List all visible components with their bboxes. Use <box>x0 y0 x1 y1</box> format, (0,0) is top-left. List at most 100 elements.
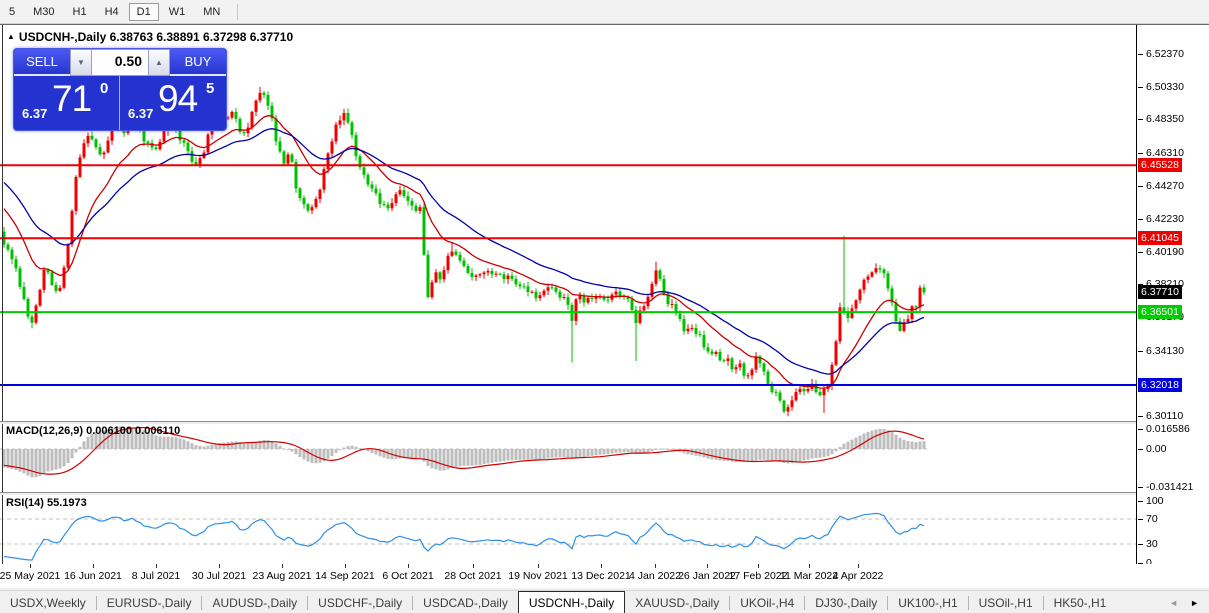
timeframe-m30[interactable]: M30 <box>25 3 62 21</box>
mt4-window: 5M30H1H4D1W1MN ▲USDCNH-,Daily 6.38763 6.… <box>0 0 1209 613</box>
price-tick-label: 6.44270 <box>1146 180 1184 192</box>
date-label: 14 Sep 2021 <box>315 570 375 582</box>
price-tick-label: 6.30110 <box>1146 410 1183 422</box>
date-tick-mark <box>219 564 220 568</box>
date-label: 13 Dec 2021 <box>571 570 631 582</box>
timeframe-h4[interactable]: H4 <box>97 3 127 21</box>
macd-pane-label: MACD(12,26,9) 0.006100 0.006110 <box>6 425 180 437</box>
tab-uk100-h1[interactable]: UK100-,H1 <box>888 593 967 613</box>
price-tick-label: 6.40190 <box>1146 246 1184 258</box>
toolbar-separator <box>237 4 238 20</box>
current-price-label: 6.37710 <box>1138 285 1182 299</box>
axis-tick-mark <box>1138 54 1143 55</box>
tab-usdcnh-daily[interactable]: USDCNH-,Daily <box>518 591 625 613</box>
axis-tick-mark <box>1138 519 1143 520</box>
one-click-trade-panel: SELL ▼ 0.50 ▲ BUY 6.37 71 0 6.37 94 5 <box>13 48 227 131</box>
timeframe-d1[interactable]: D1 <box>129 3 159 21</box>
tab-usdx-weekly[interactable]: USDX,Weekly <box>0 593 96 613</box>
buy-button[interactable]: BUY <box>170 49 226 76</box>
axis-tick-mark <box>1138 153 1143 154</box>
tab-scroll-right-icon[interactable]: ► <box>1184 596 1205 610</box>
date-tick-mark <box>707 564 708 568</box>
axis-tick-mark <box>1138 487 1143 488</box>
volume-increase-icon[interactable]: ▲ <box>148 49 170 76</box>
sell-price-digits: 71 <box>52 78 91 120</box>
tab-xauusd-daily[interactable]: XAUUSD-,Daily <box>625 593 729 613</box>
price-tick-label: 6.48350 <box>1146 113 1184 125</box>
buy-price-pipette: 5 <box>206 80 214 97</box>
axis-tick-mark <box>1138 501 1143 502</box>
volume-decrease-icon[interactable]: ▼ <box>70 49 92 76</box>
axis-tick-mark <box>1138 351 1143 352</box>
macd-tick-label: -0.031421 <box>1146 481 1193 493</box>
date-tick-mark <box>93 564 94 568</box>
date-tick-mark <box>408 564 409 568</box>
sell-quote[interactable]: 6.37 71 0 <box>14 76 120 130</box>
date-tick-mark <box>858 564 859 568</box>
date-tick-mark <box>538 564 539 568</box>
date-label: 25 May 2021 <box>0 570 60 582</box>
timeframe-toolbar: 5M30H1H4D1W1MN <box>0 0 1209 24</box>
tab-scroll-arrows: ◄► <box>1163 596 1209 610</box>
date-tick-mark <box>809 564 810 568</box>
collapse-panel-icon[interactable]: ▲ <box>7 32 15 41</box>
axis-tick-mark <box>1138 544 1143 545</box>
level-price-label: 6.36501 <box>1138 305 1182 319</box>
timeframe-5[interactable]: 5 <box>1 3 23 21</box>
timeframe-h1[interactable]: H1 <box>65 3 95 21</box>
time-axis[interactable]: 25 May 202116 Jun 20218 Jul 202130 Jul 2… <box>0 564 1209 588</box>
chart-symbol-label: USDCNH-,Daily <box>19 30 106 44</box>
chart-ohlc-values: 6.38763 6.38891 6.37298 6.37710 <box>110 30 294 44</box>
sell-price-pipette: 0 <box>100 80 108 97</box>
sell-price-prefix: 6.37 <box>22 106 47 121</box>
date-label: 6 Oct 2021 <box>382 570 433 582</box>
date-label: 16 Jun 2021 <box>64 570 122 582</box>
lot-size-group: ▼ 0.50 ▲ <box>70 49 170 76</box>
price-axis[interactable]: 6.523706.503306.483506.463106.442706.422… <box>1136 25 1209 564</box>
axis-tick-mark <box>1138 186 1143 187</box>
tab-usdchf-daily[interactable]: USDCHF-,Daily <box>308 593 412 613</box>
rsi-pane-label: RSI(14) 55.1973 <box>6 497 87 509</box>
tab-hk50-h1[interactable]: HK50-,H1 <box>1044 593 1117 613</box>
date-tick-mark <box>282 564 283 568</box>
level-price-label: 6.45528 <box>1138 158 1182 172</box>
date-tick-mark <box>30 564 31 568</box>
date-label: 11 Mar 2022 <box>780 570 838 582</box>
date-label: 4 Jan 2022 <box>629 570 681 582</box>
date-tick-mark <box>473 564 474 568</box>
rsi-tick-label: 100 <box>1146 495 1164 507</box>
tab-dj30-daily[interactable]: DJ30-,Daily <box>805 593 887 613</box>
buy-price-prefix: 6.37 <box>128 106 153 121</box>
tab-eurusd-daily[interactable]: EURUSD-,Daily <box>97 593 202 613</box>
sell-button[interactable]: SELL <box>14 49 70 76</box>
chart-left-border <box>2 25 3 564</box>
axis-tick-mark <box>1138 416 1143 417</box>
tab-scroll-left-icon[interactable]: ◄ <box>1163 596 1184 610</box>
date-label: 23 Aug 2021 <box>253 570 312 582</box>
date-tick-mark <box>655 564 656 568</box>
buy-price-digits: 94 <box>158 78 197 120</box>
tab-usdcad-daily[interactable]: USDCAD-,Daily <box>413 593 518 613</box>
volume-input[interactable]: 0.50 <box>92 49 148 76</box>
timeframe-mn[interactable]: MN <box>195 3 228 21</box>
price-tick-label: 6.50330 <box>1146 81 1184 93</box>
date-label: 17 Feb 2022 <box>729 570 788 582</box>
tab-usoil-h1[interactable]: USOil-,H1 <box>969 593 1043 613</box>
axis-tick-mark <box>1138 119 1143 120</box>
date-label: 19 Nov 2021 <box>508 570 568 582</box>
date-label: 26 Jan 2022 <box>678 570 736 582</box>
timeframe-w1[interactable]: W1 <box>161 3 194 21</box>
chart-tab-bar: USDX,WeeklyEURUSD-,DailyAUDUSD-,DailyUSD… <box>0 590 1209 613</box>
chart-window: ▲ USDCNH-,Daily 6.38763 6.38891 6.37298 6… <box>0 24 1209 565</box>
chart-title: ▲ USDCNH-,Daily 6.38763 6.38891 6.37298 6… <box>7 30 293 44</box>
axis-tick-mark <box>1138 219 1143 220</box>
macd-tick-label: 0.016586 <box>1146 423 1190 435</box>
rsi-pane-divider[interactable] <box>0 492 1209 495</box>
tab-ukoil-h4[interactable]: UKOil-,H4 <box>730 593 804 613</box>
macd-pane-divider[interactable] <box>0 421 1209 424</box>
date-tick-mark <box>156 564 157 568</box>
date-tick-mark <box>758 564 759 568</box>
axis-tick-mark <box>1138 429 1143 430</box>
tab-audusd-daily[interactable]: AUDUSD-,Daily <box>202 593 307 613</box>
buy-quote[interactable]: 6.37 94 5 <box>120 76 226 130</box>
